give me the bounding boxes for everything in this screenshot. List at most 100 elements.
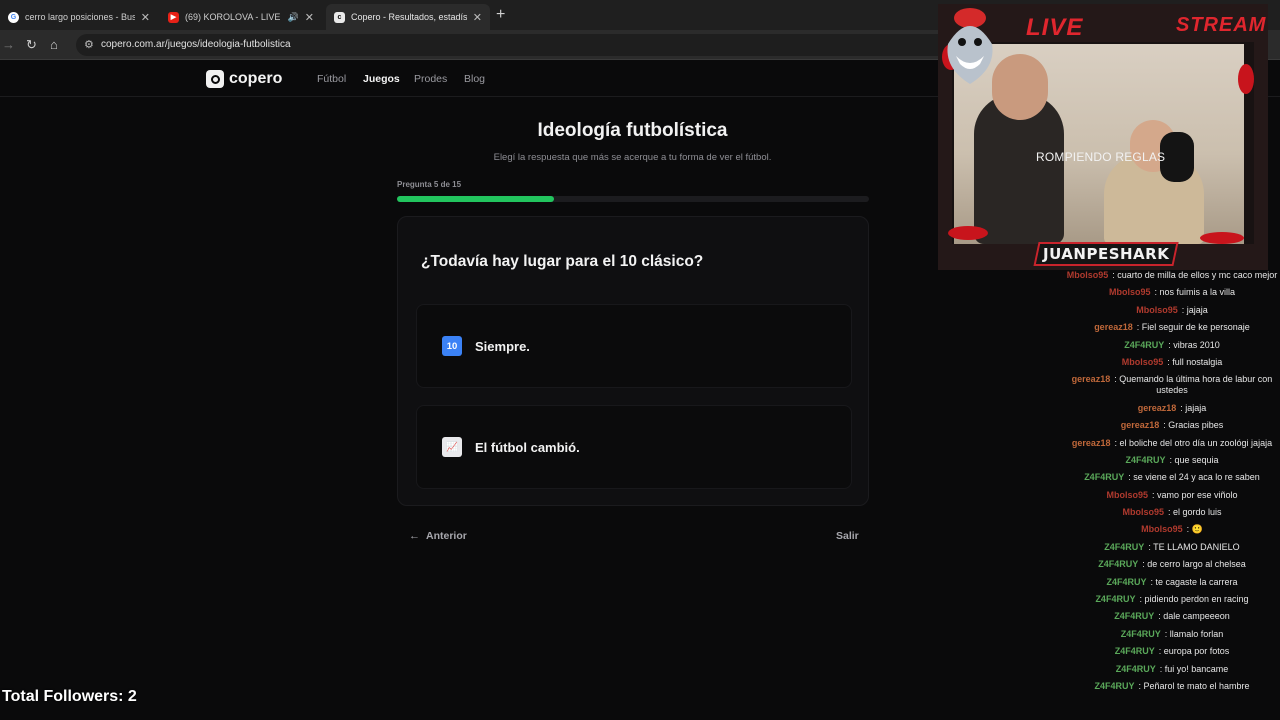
chat-username[interactable]: Mbolso95 (1136, 305, 1178, 315)
option-siempre[interactable]: 10 Siempre. (416, 304, 852, 388)
chat-username[interactable]: Mbolso95 (1122, 357, 1164, 367)
option-el-futbol-cambio[interactable]: 📈 El fútbol cambió. (416, 405, 852, 489)
copero-logo-icon (206, 70, 224, 88)
chat-username[interactable]: Mbolso95 (1067, 270, 1109, 280)
chat-text: TE LLAMO DANIELO (1153, 541, 1240, 552)
chat-message: Z4F4RUY: Peñarol te mato el hambre (1064, 681, 1280, 692)
chat-message: gereaz18: Fiel seguir de ke personaje (1064, 322, 1280, 333)
chat-text: nos fuimis a la villa (1159, 287, 1236, 298)
chat-username[interactable]: Mbolso95 (1122, 507, 1164, 517)
exit-button[interactable]: Salir (836, 530, 859, 542)
chat-username[interactable]: Z4F4RUY (1115, 646, 1155, 656)
chat-message: Z4F4RUY: pidiendo perdon en racing (1064, 594, 1280, 605)
progress-label: Pregunta 5 de 15 (397, 180, 462, 189)
chat-message: Z4F4RUY: TE LLAMO DANIELO (1064, 542, 1280, 553)
chat-message: Z4F4RUY: vibras 2010 (1064, 340, 1280, 351)
chat-username[interactable]: Z4F4RUY (1116, 664, 1156, 674)
chat-message: gereaz18: jajaja (1064, 403, 1280, 414)
tab-copero[interactable]: c Copero - Resultados, estadísticas ✕ (326, 4, 490, 30)
chat-message: gereaz18: Quemando la última hora de lab… (1064, 374, 1280, 396)
chat-message: gereaz18: el boliche del otro día un zoo… (1064, 438, 1280, 449)
nav-prodes[interactable]: Prodes (414, 73, 447, 85)
chat-text: europa por fotos (1163, 646, 1230, 657)
chat-message: Z4F4RUY: fui yo! bancame (1064, 664, 1280, 675)
chat-username[interactable]: Mbolso95 (1141, 524, 1183, 534)
chat-username[interactable]: Z4F4RUY (1125, 455, 1165, 465)
new-tab-button[interactable]: + (496, 6, 505, 24)
close-icon[interactable]: ✕ (141, 11, 150, 24)
chat-username[interactable]: Z4F4RUY (1098, 559, 1138, 569)
chat-username[interactable]: Z4F4RUY (1106, 577, 1146, 587)
webcam-overlay: ROMPIENDO REGLAS LIVE STREAM JUANPESHARK (938, 4, 1268, 270)
tab-title: Copero - Resultados, estadísticas (351, 12, 467, 22)
chat-message: Z4F4RUY: de cerro largo al chelsea (1064, 559, 1280, 570)
total-followers: Total Followers: 2 (2, 688, 137, 705)
chat-username[interactable]: gereaz18 (1072, 438, 1111, 448)
tab-youtube[interactable]: ▶ (69) KOROLOVA - LIVE @ Tomo 🔊 ✕ (160, 4, 322, 30)
tab-search[interactable]: G cerro largo posiciones - Buscar ✕ (0, 4, 158, 30)
chat-text: cuarto de milla de ellos y mc caco mejor (1117, 270, 1278, 280)
chat-text: el boliche del otro día un zoológi jajaj… (1119, 437, 1273, 448)
site-logo[interactable]: copero (206, 70, 282, 88)
chat-username[interactable]: Z4F4RUY (1114, 611, 1154, 621)
chat-message: Z4F4RUY: que sequia (1064, 455, 1280, 466)
chat-message: Mbolso95: jajaja (1064, 305, 1280, 316)
paint-splatter (948, 226, 988, 240)
question-text: ¿Todavía hay lugar para el 10 clásico? (421, 253, 704, 270)
logo-text: copero (229, 70, 283, 87)
chat-text: llamalo forlan (1169, 628, 1224, 639)
speaker-icon[interactable]: 🔊 (288, 12, 299, 23)
google-icon: G (8, 11, 19, 23)
streamer-name: JUANPESHARK (1042, 245, 1170, 263)
site-info-icon[interactable]: ⚙ (84, 38, 94, 51)
chat-text: Quemando la última hora de labur con ust… (1119, 374, 1273, 396)
chat-text: Peñarol te mato el hambre (1143, 680, 1250, 691)
chat-message: Mbolso95: nos fuimis a la villa (1064, 287, 1280, 298)
chat-message: Mbolso95: el gordo luis (1064, 507, 1280, 518)
stream-banner: STREAM (1176, 14, 1267, 36)
chat-text: full nostalgia (1172, 356, 1223, 367)
chat-text: Gracias pibes (1168, 420, 1224, 431)
chat-username[interactable]: gereaz18 (1072, 374, 1111, 384)
close-icon[interactable]: ✕ (473, 11, 482, 24)
chat-text: se viene el 24 y aca lo re saben (1133, 472, 1260, 483)
previous-button[interactable]: ← Anterior (409, 530, 467, 542)
chat-text: vamo por ese viñolo (1156, 489, 1238, 500)
chat-username[interactable]: Z4F4RUY (1084, 472, 1124, 482)
reload-icon[interactable]: ↻ (26, 37, 37, 53)
chat-text: jajaja (1186, 304, 1208, 315)
chat-username[interactable]: Z4F4RUY (1094, 681, 1134, 691)
home-icon[interactable]: ⌂ (50, 37, 58, 52)
paint-splatter (1238, 64, 1254, 94)
keycap-ten-icon: 10 (442, 336, 462, 356)
address-bar[interactable]: ⚙ copero.com.ar/juegos/ideologia-futboli… (76, 34, 956, 56)
chat-username[interactable]: Z4F4RUY (1095, 594, 1135, 604)
chart-increasing-icon: 📈 (442, 437, 462, 457)
nav-futbol[interactable]: Fútbol (317, 73, 346, 85)
tab-title: cerro largo posiciones - Buscar (25, 12, 135, 22)
chat-text: fui yo! bancame (1164, 663, 1229, 674)
chat-username[interactable]: Z4F4RUY (1124, 340, 1164, 350)
copero-icon: c (334, 11, 345, 23)
chat-username[interactable]: gereaz18 (1138, 403, 1177, 413)
chat-username[interactable]: Z4F4RUY (1104, 542, 1144, 552)
chat-message: Mbolso95: 🙂 (1064, 524, 1280, 535)
chat-text: que sequia (1174, 454, 1219, 465)
chat-username[interactable]: Mbolso95 (1109, 287, 1151, 297)
chat-message: Mbolso95: cuarto de milla de ellos y mc … (1064, 270, 1280, 281)
chat-message: Mbolso95: full nostalgia (1064, 357, 1280, 368)
question-card: ¿Todavía hay lugar para el 10 clásico? 1… (397, 216, 869, 506)
url-text[interactable]: copero.com.ar/juegos/ideologia-futbolist… (101, 39, 291, 50)
chat-username[interactable]: gereaz18 (1094, 322, 1133, 332)
streamer-name-plate: JUANPESHARK (1033, 242, 1179, 266)
nav-juegos[interactable]: Juegos (363, 73, 400, 85)
chat-username[interactable]: Z4F4RUY (1121, 629, 1161, 639)
forward-icon[interactable]: → (2, 37, 15, 52)
chat-username[interactable]: Mbolso95 (1106, 490, 1148, 500)
youtube-icon: ▶ (168, 11, 179, 23)
chat-username[interactable]: gereaz18 (1121, 420, 1160, 430)
close-icon[interactable]: ✕ (305, 11, 314, 24)
chat-message: Z4F4RUY: te cagaste la carrera (1064, 577, 1280, 588)
chat-message: Z4F4RUY: llamalo forlan (1064, 629, 1280, 640)
nav-blog[interactable]: Blog (464, 73, 485, 85)
